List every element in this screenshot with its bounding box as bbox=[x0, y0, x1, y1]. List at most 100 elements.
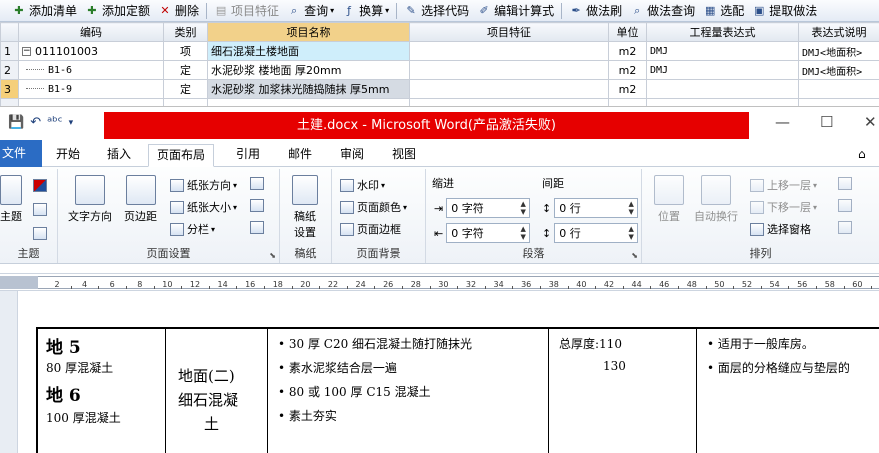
cell-feature[interactable] bbox=[409, 79, 609, 99]
cell-desc[interactable]: DMJ<地面积> bbox=[798, 60, 879, 80]
theme-fonts-icon[interactable] bbox=[33, 203, 47, 216]
row-number[interactable]: 3 bbox=[0, 79, 19, 99]
spin-arrows-icon[interactable]: ▲ ▼ bbox=[625, 200, 637, 216]
columns-button[interactable]: 分栏 ▾ bbox=[170, 221, 215, 237]
watermark-button[interactable]: 水印 ▾ bbox=[340, 177, 385, 193]
theme-effects-icon[interactable] bbox=[33, 227, 47, 240]
close-icon[interactable]: ✕ bbox=[864, 113, 877, 131]
line-numbers-icon[interactable] bbox=[250, 199, 264, 212]
breaks-icon[interactable] bbox=[250, 177, 264, 190]
spellcheck-icon[interactable]: ᵃᵇᶜ bbox=[47, 115, 62, 130]
wrap-text-icon bbox=[701, 175, 731, 205]
cell-name[interactable]: 水泥砂浆 加浆抹光随捣随抹 厚5mm bbox=[207, 79, 410, 99]
document-canvas[interactable]: 地 5 80 厚混凝土 地 6 100 厚混凝土 地面(二) 细石混凝 土 • … bbox=[18, 291, 879, 453]
extract-method-button[interactable]: ▣ 提取做法 bbox=[748, 1, 821, 21]
indent-right-input[interactable]: 0 字符 ▲ ▼ bbox=[446, 223, 531, 243]
method-query-button[interactable]: ⌕ 做法查询 bbox=[626, 1, 699, 21]
cell-desc[interactable] bbox=[798, 79, 879, 99]
theme-colors-icon[interactable] bbox=[33, 179, 47, 192]
cell-type[interactable]: 定 bbox=[163, 60, 208, 80]
add-quota-button[interactable]: ✚ 添加定额 bbox=[81, 1, 154, 21]
tab-review[interactable]: 审阅 bbox=[332, 144, 372, 167]
indent-left-input[interactable]: 0 字符 ▲ ▼ bbox=[446, 198, 531, 218]
match-button[interactable]: ▦ 选配 bbox=[699, 1, 748, 21]
add-list-button[interactable]: ✚ 添加清单 bbox=[8, 1, 81, 21]
orientation-button[interactable]: 纸张方向 ▾ bbox=[170, 177, 237, 193]
header-expr[interactable]: 工程量表达式 bbox=[646, 22, 799, 42]
row-number[interactable]: 2 bbox=[0, 60, 19, 80]
tab-page-layout[interactable]: 页面布局 bbox=[148, 144, 215, 167]
convert-button[interactable]: ƒ 换算 ▾ bbox=[338, 1, 393, 21]
search-button[interactable]: ⌕ 查询 ▾ bbox=[283, 1, 338, 21]
position-button[interactable]: 位置 bbox=[654, 175, 684, 224]
page-color-button[interactable]: 页面颜色 ▾ bbox=[340, 199, 407, 215]
horizontal-ruler[interactable]: 2 4 6 8 10 12 14 16 18 20 22 24 26 28 30 32 34 36 38 40 42 44… bbox=[0, 273, 879, 291]
text-direction-button[interactable]: 文字方向 bbox=[68, 175, 112, 224]
spin-arrows-icon[interactable]: ▲ ▼ bbox=[625, 225, 637, 241]
selection-pane-button[interactable]: 选择窗格 bbox=[750, 221, 811, 237]
cell-name[interactable]: 细石混凝土楼地面 bbox=[207, 41, 410, 61]
tab-view[interactable]: 视图 bbox=[384, 144, 424, 167]
cell-expr[interactable] bbox=[646, 79, 799, 99]
customize-qat-icon[interactable]: ▾ bbox=[69, 118, 74, 128]
header-feature[interactable]: 项目特征 bbox=[409, 22, 609, 42]
feature-button[interactable]: ▤ 项目特征 bbox=[210, 1, 283, 21]
maximize-icon[interactable]: ☐ bbox=[820, 113, 833, 131]
draft-paper-button[interactable]: 稿纸 设置 bbox=[292, 175, 318, 240]
themes-button[interactable]: 主题 bbox=[0, 175, 22, 224]
tab-insert[interactable]: 插入 bbox=[99, 144, 139, 167]
header-code[interactable]: 编码 bbox=[18, 22, 164, 42]
collapse-icon[interactable]: − bbox=[22, 47, 31, 56]
cell-feature[interactable] bbox=[409, 60, 609, 80]
wrap-text-button[interactable]: 自动换行 bbox=[694, 175, 738, 224]
cell-type[interactable]: 项 bbox=[163, 41, 208, 61]
table-row[interactable]: 3 B1-9 定 水泥砂浆 加浆抹光随捣随抹 厚5mm m2 bbox=[0, 79, 879, 99]
cell-unit[interactable]: m2 bbox=[608, 41, 647, 61]
margins-button[interactable]: 页边距 bbox=[124, 175, 157, 224]
header-type[interactable]: 类别 bbox=[163, 22, 208, 42]
cell-code[interactable]: −011101003 bbox=[18, 41, 164, 61]
page-border-button[interactable]: 页面边框 bbox=[340, 221, 401, 237]
bring-forward-button[interactable]: 上移一层 ▾ bbox=[750, 177, 817, 193]
size-button[interactable]: 纸张大小 ▾ bbox=[170, 199, 237, 215]
cell-name[interactable]: 水泥砂浆 楼地面 厚20mm bbox=[207, 60, 410, 80]
delete-button[interactable]: ✕ 删除 bbox=[154, 1, 203, 21]
space-after-input[interactable]: 0 行 ▲ ▼ bbox=[554, 223, 639, 243]
hyphenation-icon[interactable] bbox=[250, 221, 264, 234]
group-icon[interactable] bbox=[838, 199, 852, 212]
method-brush-button[interactable]: ✒ 做法刷 bbox=[565, 1, 626, 21]
select-code-button[interactable]: ✎ 选择代码 bbox=[400, 1, 473, 21]
header-name[interactable]: 项目名称 bbox=[207, 22, 410, 42]
header-desc[interactable]: 表达式说明 bbox=[798, 22, 879, 42]
cell-expr[interactable]: DMJ bbox=[646, 60, 799, 80]
edit-formula-button[interactable]: ✐ 编辑计算式 bbox=[473, 1, 558, 21]
cell-code[interactable]: B1-6 bbox=[18, 60, 164, 80]
tab-home[interactable]: 开始 bbox=[48, 144, 88, 167]
cell-code[interactable]: B1-9 bbox=[18, 79, 164, 99]
rotate-icon[interactable] bbox=[838, 221, 852, 234]
spin-arrows-icon[interactable]: ▲ ▼ bbox=[517, 200, 529, 216]
tab-references[interactable]: 引用 bbox=[228, 144, 268, 167]
cell-expr[interactable]: DMJ bbox=[646, 41, 799, 61]
header-unit[interactable]: 单位 bbox=[608, 22, 647, 42]
cell-unit[interactable]: m2 bbox=[608, 79, 647, 99]
collapse-ribbon-icon[interactable]: ⌂ bbox=[850, 144, 874, 167]
vertical-ruler[interactable] bbox=[0, 291, 18, 453]
tab-file[interactable]: 文件 bbox=[0, 140, 42, 167]
row-number[interactable]: 1 bbox=[0, 41, 19, 61]
size-label: 纸张大小 bbox=[187, 201, 231, 214]
undo-icon[interactable]: ↶ bbox=[30, 115, 41, 130]
cell-desc[interactable]: DMJ<地面积> bbox=[798, 41, 879, 61]
cell-feature[interactable] bbox=[409, 41, 609, 61]
cell-unit[interactable]: m2 bbox=[608, 60, 647, 80]
send-backward-button[interactable]: 下移一层 ▾ bbox=[750, 199, 817, 215]
table-row[interactable]: 2 B1-6 定 水泥砂浆 楼地面 厚20mm m2 DMJ DMJ<地面积> bbox=[0, 60, 879, 80]
save-icon[interactable]: 💾 bbox=[8, 115, 24, 130]
spin-arrows-icon[interactable]: ▲ ▼ bbox=[517, 225, 529, 241]
align-icon[interactable] bbox=[838, 177, 852, 190]
tab-mailings[interactable]: 邮件 bbox=[280, 144, 320, 167]
space-before-input[interactable]: 0 行 ▲ ▼ bbox=[554, 198, 639, 218]
table-row[interactable]: 1 −011101003 项 细石混凝土楼地面 m2 DMJ DMJ<地面积> bbox=[0, 41, 879, 61]
minimize-icon[interactable]: — bbox=[775, 113, 790, 131]
cell-type[interactable]: 定 bbox=[163, 79, 208, 99]
